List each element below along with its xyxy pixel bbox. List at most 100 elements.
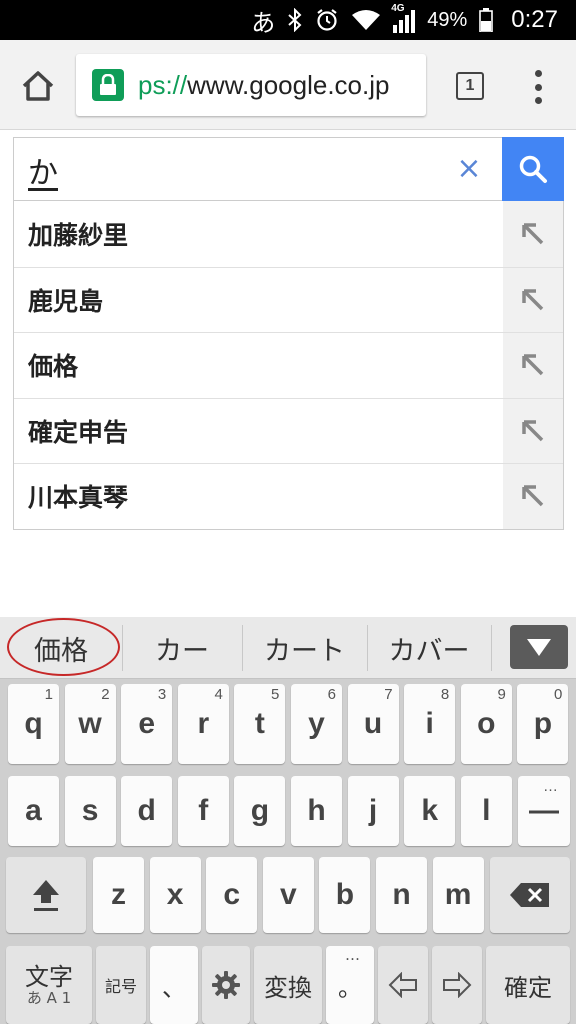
- browser-toolbar: ps://www.google.co.jp 1: [0, 40, 576, 130]
- alarm-icon: [315, 8, 339, 32]
- fill-query-button[interactable]: [503, 267, 563, 332]
- suggestion-list: 加藤紗里 鹿児島 価格 確定申告 川本真琴: [13, 201, 564, 530]
- fill-query-button[interactable]: [503, 333, 563, 398]
- wifi-icon: [351, 9, 381, 31]
- status-bar: あ 4G 49% 0:27: [0, 0, 576, 40]
- cursor-right-key[interactable]: [432, 946, 482, 1024]
- comma-key[interactable]: 、: [150, 946, 198, 1024]
- fill-query-button[interactable]: [503, 201, 563, 267]
- key-t[interactable]: 5t: [234, 684, 286, 764]
- home-button[interactable]: [20, 68, 56, 104]
- backspace-key[interactable]: [490, 857, 570, 933]
- address-bar[interactable]: ps://www.google.co.jp: [76, 54, 426, 116]
- key-hint: 6: [327, 686, 336, 703]
- input-mode-key[interactable]: 文字 あ A 1: [6, 946, 92, 1024]
- key-d[interactable]: d: [121, 776, 173, 846]
- key-f[interactable]: f: [177, 776, 229, 846]
- convert-key[interactable]: 変換: [254, 946, 322, 1024]
- key-l[interactable]: l: [460, 776, 512, 846]
- key-j[interactable]: j: [347, 776, 399, 846]
- shift-key[interactable]: [6, 857, 86, 933]
- key-y[interactable]: 6y: [291, 684, 342, 764]
- search-input[interactable]: か: [28, 148, 58, 192]
- battery-percent: 49%: [427, 8, 468, 31]
- key-p[interactable]: 0p: [517, 684, 569, 764]
- key-label: f: [198, 794, 209, 827]
- key-label: j: [368, 794, 378, 827]
- overflow-menu-icon[interactable]: [528, 70, 548, 104]
- key-n[interactable]: n: [376, 857, 427, 933]
- key-q[interactable]: 1q: [8, 684, 59, 764]
- key-hint: 3: [157, 686, 167, 703]
- cursor-left-key[interactable]: [378, 946, 428, 1024]
- search-icon: [519, 155, 547, 183]
- key-x[interactable]: x: [149, 857, 201, 933]
- suggestion-item[interactable]: 確定申告: [14, 397, 563, 463]
- key-label: w: [78, 707, 102, 740]
- arrow-up-left-icon: [522, 354, 544, 376]
- key-s[interactable]: s: [64, 776, 116, 846]
- candidate-item[interactable]: カー: [122, 617, 242, 679]
- key-a[interactable]: a: [8, 776, 59, 846]
- candidate-bar: 価格 カー カート カバー: [0, 617, 576, 679]
- key-e[interactable]: 3e: [121, 684, 173, 764]
- suggestion-item[interactable]: 川本真琴: [14, 463, 563, 529]
- key-hint: 4: [214, 686, 223, 703]
- key-h[interactable]: h: [291, 776, 342, 846]
- confirm-key[interactable]: 確定: [486, 946, 570, 1024]
- key-hint: 8: [440, 686, 450, 703]
- key-v[interactable]: v: [262, 857, 314, 933]
- key-m[interactable]: m: [432, 857, 484, 933]
- key-w[interactable]: 2w: [64, 684, 116, 764]
- candidate-item[interactable]: カバー: [367, 617, 491, 679]
- suggestion-text: 価格: [28, 352, 79, 382]
- suggestion-item[interactable]: 鹿児島: [14, 266, 563, 332]
- key-b[interactable]: b: [319, 857, 371, 933]
- settings-key[interactable]: [202, 946, 250, 1024]
- url-host: www.google.co.jp: [187, 69, 390, 100]
- period-key-label: 。: [338, 973, 362, 1002]
- key-label: b: [335, 878, 355, 911]
- key-u[interactable]: 7u: [347, 684, 399, 764]
- search-row: か ×: [13, 137, 564, 201]
- fill-query-button[interactable]: [503, 398, 563, 463]
- key-label: r: [197, 707, 210, 740]
- key-c[interactable]: c: [206, 857, 258, 933]
- triangle-down-icon: [527, 639, 551, 656]
- candidate-item[interactable]: カート: [242, 617, 367, 679]
- suggestion-item[interactable]: 加藤紗里: [14, 201, 563, 267]
- key-k[interactable]: k: [404, 776, 456, 846]
- period-key[interactable]: … 。: [326, 946, 374, 1024]
- arrow-up-left-icon: [522, 420, 544, 441]
- backspace-icon: [510, 883, 549, 907]
- search-button[interactable]: [502, 137, 564, 201]
- url-scheme: ps://: [138, 69, 188, 100]
- clear-icon[interactable]: ×: [454, 152, 484, 186]
- tab-count: 1: [465, 77, 475, 94]
- key-i[interactable]: 8i: [404, 684, 456, 764]
- arrow-left-icon: [388, 972, 417, 998]
- arrow-up-left-icon: [522, 485, 544, 507]
- lock-icon: [92, 69, 124, 101]
- key-label: e: [138, 707, 156, 740]
- shift-arrow-icon: [33, 880, 59, 911]
- suggestion-item[interactable]: 価格: [14, 332, 563, 398]
- key-o[interactable]: 9o: [460, 684, 512, 764]
- key-g[interactable]: g: [234, 776, 286, 846]
- key-dash[interactable]: … —: [518, 776, 570, 846]
- fill-query-button[interactable]: [503, 464, 563, 529]
- key-r[interactable]: 4r: [177, 684, 229, 764]
- soft-keyboard: 価格 カー カート カバー … — 文字 あ A 1 記号 、 変換 … 。 確…: [0, 617, 576, 1024]
- symbol-key[interactable]: 記号: [96, 946, 146, 1024]
- key-label: u: [363, 707, 383, 740]
- suggestion-text: 加藤紗里: [28, 220, 129, 250]
- expand-candidates-button[interactable]: [510, 625, 568, 669]
- key-label: n: [392, 878, 411, 911]
- confirm-key-label: 確定: [504, 973, 552, 1002]
- tab-switcher-button[interactable]: 1: [456, 72, 484, 100]
- key-hint: …: [543, 778, 558, 795]
- key-label: a: [25, 794, 42, 827]
- key-z[interactable]: z: [93, 857, 144, 933]
- key-hint: 7: [384, 686, 393, 703]
- cellular-signal-icon: 4G: [391, 3, 416, 33]
